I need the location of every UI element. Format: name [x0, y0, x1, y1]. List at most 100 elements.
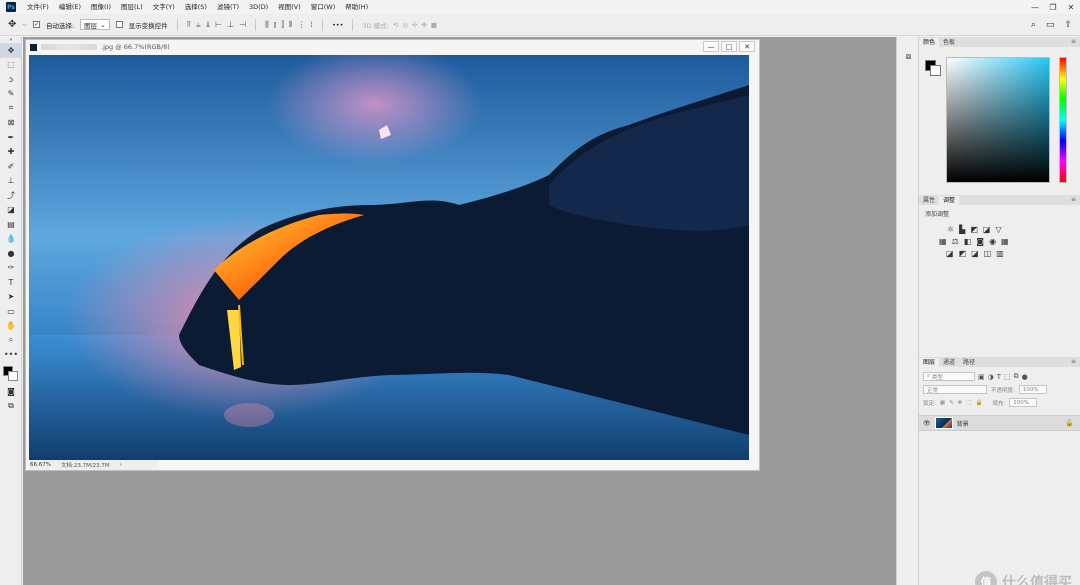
color-swatches[interactable] [0, 362, 22, 384]
layer-filter-dropdown[interactable]: ⌕ 类型 [923, 372, 975, 381]
lasso-tool-icon[interactable]: ↄ [0, 72, 22, 87]
auto-select-dropdown[interactable]: 图层 ⌄ [80, 19, 110, 30]
gradient-tool-icon[interactable]: ▤ [0, 217, 22, 232]
lock-transparent-icon[interactable]: ▦ [940, 400, 945, 406]
filter-type-icon[interactable]: T [997, 373, 1001, 381]
lock-all-icon[interactable]: 🔒 [975, 400, 982, 406]
minimize-button[interactable]: — [1026, 0, 1044, 14]
screen-mode-icon[interactable]: ⧉ [0, 399, 22, 414]
invert-icon[interactable]: ◪ [946, 249, 954, 258]
menu-select[interactable]: 选择(S) [180, 0, 212, 14]
selective-color-icon[interactable]: ▥ [996, 249, 1004, 258]
dodge-tool-icon[interactable]: ● [0, 246, 22, 261]
crop-tool-icon[interactable]: ⌗ [0, 101, 22, 116]
posterize-icon[interactable]: ◩ [959, 249, 967, 258]
menu-file[interactable]: 文件(F) [22, 0, 54, 14]
distribute-vcenter-icon[interactable]: ⫾ [274, 20, 277, 30]
doc-minimize-button[interactable]: — [703, 41, 719, 52]
doc-maximize-button[interactable]: □ [721, 41, 737, 52]
vibrance-icon[interactable]: ▽ [995, 225, 1001, 234]
fill-input[interactable]: 100% [1009, 398, 1038, 407]
more-options-button[interactable]: ••• [332, 21, 344, 29]
pen-tool-icon[interactable]: ✑ [0, 261, 22, 276]
black-white-icon[interactable]: ◧ [964, 237, 972, 246]
background-color-swatch[interactable] [8, 371, 18, 381]
menu-layer[interactable]: 图层(L) [116, 0, 148, 14]
distribute-left-icon[interactable]: ⦀ [289, 20, 293, 30]
tab-paths[interactable]: 路径 [959, 358, 979, 367]
filter-pixel-icon[interactable]: ▣ [978, 373, 985, 381]
distribute-right-icon[interactable]: ⁞ [310, 20, 313, 30]
align-top-icon[interactable]: ⫪ [187, 20, 192, 30]
filter-shape-icon[interactable]: ⬚ [1004, 373, 1011, 381]
3d-drag-icon[interactable]: ✣ [412, 21, 417, 29]
menu-help[interactable]: 帮助(H) [340, 0, 373, 14]
menu-filter[interactable]: 滤镜(T) [212, 0, 244, 14]
auto-select-checkbox[interactable]: ✓ [32, 21, 40, 28]
tool-preset-chevron-icon[interactable]: ⌵ [22, 21, 27, 29]
menu-view[interactable]: 视图(V) [273, 0, 306, 14]
align-hcenter-icon[interactable]: ⊥ [227, 20, 234, 30]
align-vcenter-icon[interactable]: ⫨ [196, 20, 201, 30]
history-panel-icon[interactable]: ⧈ [897, 47, 920, 67]
path-selection-tool-icon[interactable]: ➤ [0, 290, 22, 305]
document-titlebar[interactable]: .jpg @ 66.7%(RGB/8) [26, 40, 759, 54]
zoom-tool-icon[interactable]: ⌕ [0, 333, 22, 348]
background-color-swatch[interactable] [930, 65, 941, 76]
distribute-bottom-icon[interactable]: ⫿ [281, 20, 284, 30]
clone-stamp-tool-icon[interactable]: ⊥ [0, 174, 22, 189]
move-tool-icon[interactable]: ✥ [8, 19, 16, 30]
menu-edit[interactable]: 编辑(E) [54, 0, 86, 14]
align-bottom-icon[interactable]: ⫫ [206, 20, 211, 30]
tab-layers[interactable]: 图层 [919, 358, 940, 367]
3d-slide-icon[interactable]: ✥ [421, 21, 426, 29]
share-icon[interactable]: ⇧ [1064, 20, 1072, 30]
brush-tool-icon[interactable]: ✐ [0, 159, 22, 174]
tab-properties[interactable]: 属性 [919, 196, 939, 205]
zoom-level[interactable]: 66.67% [30, 462, 51, 468]
exposure-icon[interactable]: ◪ [983, 225, 991, 234]
tab-color[interactable]: 颜色 [919, 38, 940, 47]
hue-slider[interactable] [1059, 57, 1067, 183]
menu-image[interactable]: 图像(I) [86, 0, 116, 14]
menu-window[interactable]: 窗口(W) [306, 0, 341, 14]
transform-controls-checkbox[interactable] [115, 21, 123, 28]
channel-mixer-icon[interactable]: ◉ [989, 237, 996, 246]
status-chevron-icon[interactable]: › [120, 462, 122, 468]
visibility-eye-icon[interactable]: 👁 [923, 420, 931, 427]
distribute-hcenter-icon[interactable]: ⋮ [297, 20, 305, 30]
frame-tool-icon[interactable]: ⊠ [0, 116, 22, 131]
3d-scale-icon[interactable]: ■ [431, 21, 437, 29]
layer-row[interactable]: 👁 背景 🔒 [919, 415, 1080, 431]
filter-toggle-icon[interactable]: ● [1022, 373, 1028, 381]
workspace-icon[interactable]: ▭ [1046, 20, 1055, 30]
color-balance-icon[interactable]: ⚖ [952, 237, 959, 246]
3d-roll-icon[interactable]: ◎ [402, 21, 408, 29]
filter-smart-object-icon[interactable]: ⧉ [1014, 372, 1019, 381]
color-picker-field[interactable] [946, 57, 1050, 183]
lock-position-icon[interactable]: ✥ [958, 400, 963, 406]
3d-rotate-icon[interactable]: ⟲ [393, 21, 398, 29]
menu-3d[interactable]: 3D(D) [244, 0, 273, 14]
panel-menu-icon[interactable]: ≡ [1071, 38, 1076, 45]
tab-swatches[interactable]: 色板 [939, 38, 959, 47]
blend-mode-dropdown[interactable]: 正常 [923, 385, 987, 394]
restore-button[interactable]: ❐ [1044, 0, 1062, 14]
align-right-icon[interactable]: ⊣ [239, 20, 246, 30]
hue-saturation-icon[interactable]: ▦ [939, 237, 947, 246]
opacity-input[interactable]: 100% [1018, 385, 1047, 394]
tab-channels[interactable]: 通道 [939, 358, 959, 367]
quick-mask-icon[interactable]: ◙ [0, 384, 22, 399]
tab-adjustments[interactable]: 调整 [939, 196, 960, 205]
panel-menu-icon[interactable]: ≡ [1071, 358, 1076, 365]
brightness-contrast-icon[interactable]: ☼ [947, 225, 954, 234]
history-brush-tool-icon[interactable]: ⤴ [0, 188, 22, 203]
marquee-tool-icon[interactable]: ⬚ [0, 58, 22, 73]
filter-adjustment-icon[interactable]: ◑ [988, 373, 994, 381]
menu-type[interactable]: 文字(Y) [148, 0, 180, 14]
hand-tool-icon[interactable]: ✋ [0, 319, 22, 334]
photo-filter-icon[interactable]: ◙ [976, 237, 984, 246]
search-icon[interactable]: ⌕ [1031, 20, 1036, 30]
quick-selection-tool-icon[interactable]: ✎ [0, 87, 22, 102]
threshold-icon[interactable]: ◪ [971, 249, 979, 258]
